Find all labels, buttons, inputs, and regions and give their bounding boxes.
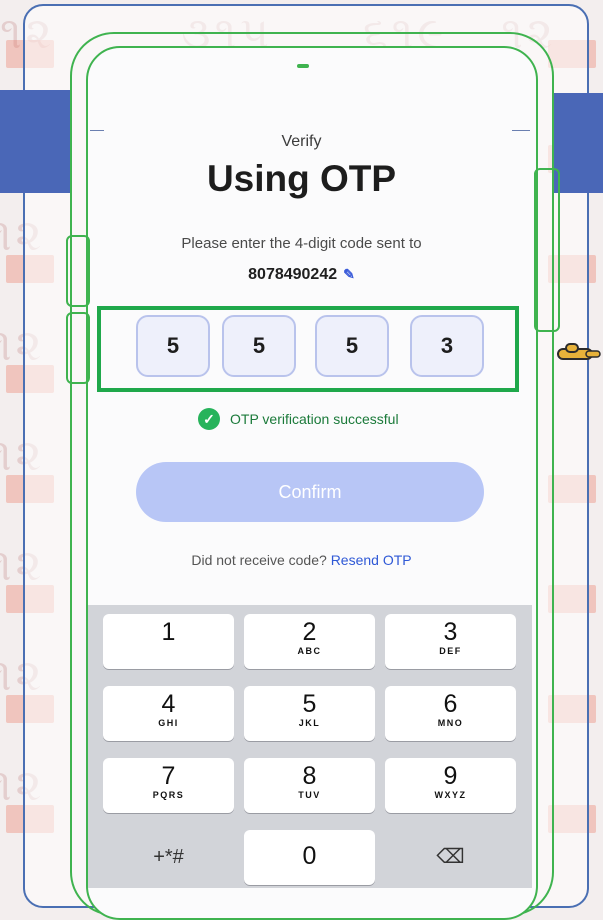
otp-digit-3[interactable]: 5 [315,315,389,377]
check-circle-icon: ✓ [198,408,220,430]
confirm-button[interactable]: Confirm [136,462,484,522]
symbols-label: +*# [153,846,184,868]
key-1[interactable]: 1 [103,614,234,669]
header-divider-right [512,130,530,131]
otp-instruction: Please enter the 4-digit code sent to [181,235,422,252]
key-number: 0 [302,842,317,870]
key-backspace[interactable]: ⌫ [385,830,516,885]
key-7[interactable]: 7 PQRS [103,758,234,813]
key-letters: DEF [439,646,462,656]
key-number: 1 [161,618,176,646]
resend-row: Did not receive code? Resend OTP [0,552,603,568]
verification-status: ✓ OTP verification successful [198,407,399,431]
otp-digit-2[interactable]: 5 [222,315,296,377]
phone-notch [297,64,309,68]
resend-prompt: Did not receive code? [191,552,327,568]
key-4[interactable]: 4 GHI [103,686,234,741]
key-letters: JKL [298,718,321,728]
resend-otp-link[interactable]: Resend OTP [331,552,412,568]
pointing-hand-icon [557,343,601,360]
header-divider-left [90,130,104,131]
otp-digit-1[interactable]: 5 [136,315,210,377]
key-letters: WXYZ [434,790,467,800]
key-letters: GHI [158,718,179,728]
key-number: 5 [302,690,317,718]
otp-digit-4[interactable]: 3 [410,315,484,377]
key-number: 8 [302,762,317,790]
key-number: 7 [161,762,176,790]
verify-label: Verify [281,133,322,150]
key-number: 6 [443,690,458,718]
backspace-icon: ⌫ [436,846,465,868]
phone-side-button-lower [66,312,90,384]
phone-number-row: 8078490242 ✎ [0,266,603,284]
key-letters: TUV [298,790,321,800]
key-number: 2 [302,618,317,646]
phone-number: 8078490242 [248,266,338,283]
key-letters: MNO [437,718,464,728]
key-0[interactable]: 0 [244,830,375,885]
key-number: 4 [161,690,176,718]
key-letters: ABC [297,646,322,656]
key-9[interactable]: 9 WXYZ [385,758,516,813]
key-3[interactable]: 3 DEF [385,614,516,669]
key-8[interactable]: 8 TUV [244,758,375,813]
key-symbols[interactable]: +*# [103,830,234,885]
key-5[interactable]: 5 JKL [244,686,375,741]
key-2[interactable]: 2 ABC [244,614,375,669]
success-message: OTP verification successful [230,411,399,427]
page-title: Using OTP [206,158,397,199]
key-number: 9 [443,762,458,790]
key-letters: PQRS [152,790,185,800]
key-number: 3 [443,618,458,646]
pencil-icon[interactable]: ✎ [343,266,355,283]
key-6[interactable]: 6 MNO [385,686,516,741]
